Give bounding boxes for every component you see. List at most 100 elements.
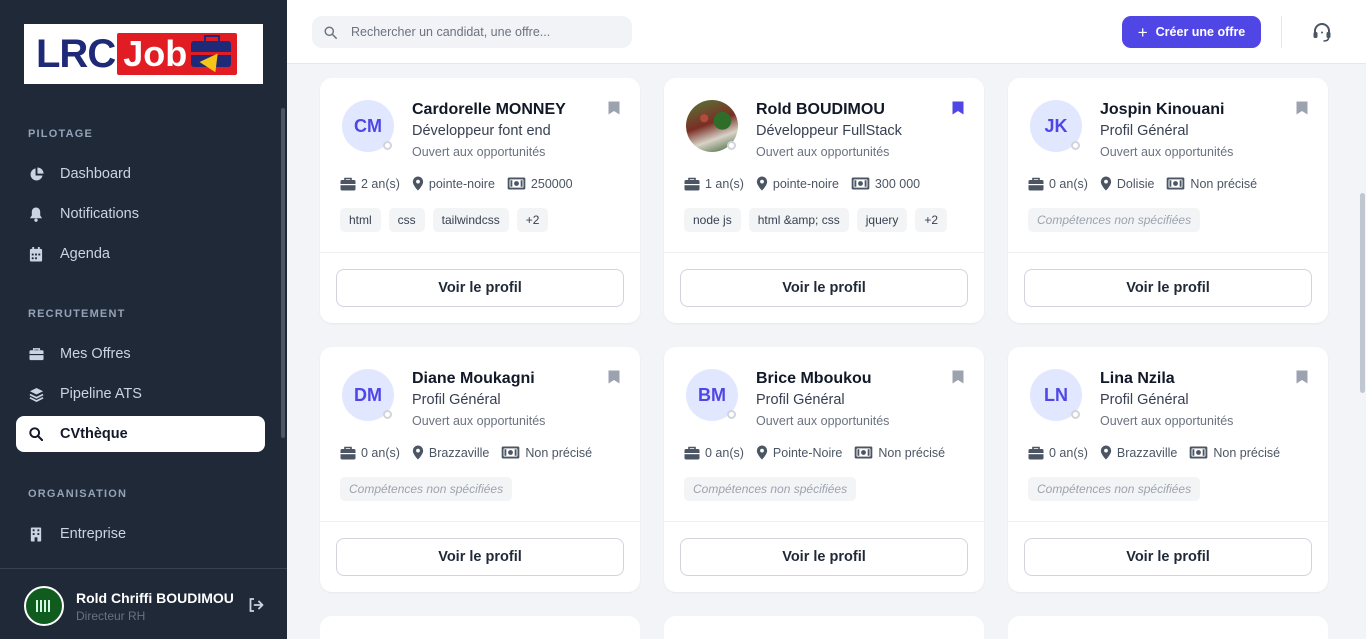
bell-icon: [28, 206, 44, 222]
search-box[interactable]: [312, 16, 632, 48]
location-pin-icon: [1100, 445, 1112, 460]
view-profile-button[interactable]: Voir le profil: [680, 269, 968, 307]
briefcase-icon: [684, 446, 700, 459]
candidate-card-partial: [664, 616, 984, 639]
sidebar-item-cvtheque[interactable]: CVthèque: [16, 416, 265, 452]
candidate-card-partial: [1008, 616, 1328, 639]
candidate-card: CM Cardorelle MONNEY Développeur font end O…: [320, 78, 640, 323]
candidate-role: Développeur FullStack: [756, 123, 902, 139]
salary: Non précisé: [1166, 177, 1257, 191]
salary: 300 000: [851, 177, 920, 191]
plus-icon: +: [1137, 22, 1148, 42]
candidate-name[interactable]: Diane Moukagni: [412, 370, 535, 388]
money-icon: [1190, 446, 1208, 459]
candidate-name[interactable]: Lina Nzila: [1100, 370, 1175, 388]
bookmark-icon[interactable]: [1296, 101, 1308, 115]
main-scrollbar[interactable]: [1360, 193, 1365, 393]
view-profile-button[interactable]: Voir le profil: [1024, 538, 1312, 576]
sidebar-item-label: Mes Offres: [60, 346, 131, 362]
card-divider: [320, 252, 640, 253]
card-divider: [320, 521, 640, 522]
skill-tags: Compétences non spécifiées: [684, 477, 857, 501]
location-pin-icon: [756, 445, 768, 460]
location-value: Brazzaville: [428, 445, 490, 460]
candidate-name[interactable]: Cardorelle MONNEY: [412, 101, 566, 119]
salary: 250000: [507, 177, 573, 191]
salary-value: 250000: [530, 176, 573, 191]
sidebar-scrollbar[interactable]: [281, 108, 285, 438]
brand-logo[interactable]: LRC Job: [24, 24, 263, 84]
experience: 1 an(s): [684, 177, 744, 191]
pie-chart-icon: [28, 166, 44, 182]
skills-empty: Compétences non spécifiées: [1028, 208, 1201, 232]
salary-value: Non précisé: [1213, 445, 1281, 460]
experience: 0 an(s): [340, 446, 400, 460]
location: Brazzaville: [1100, 445, 1177, 460]
location-pin-icon: [1100, 176, 1112, 191]
candidate-name[interactable]: Rold BOUDIMOU: [756, 101, 885, 119]
candidate-role: Développeur font end: [412, 123, 551, 139]
view-profile-button[interactable]: Voir le profil: [680, 538, 968, 576]
bookmark-icon[interactable]: [1296, 370, 1308, 384]
salary-value: Non précisé: [525, 445, 593, 460]
sidebar-item-label: Entreprise: [60, 526, 127, 542]
skill-tags: html css tailwindcss +2: [340, 208, 549, 232]
sidebar: LRC Job PILOTAGE Dashboard Notifications…: [0, 0, 287, 639]
logout-icon[interactable]: [248, 597, 264, 613]
sidebar-item-notifications[interactable]: Notifications: [16, 196, 265, 232]
candidate-availability: Ouvert aux opportunités: [412, 414, 546, 428]
card-divider: [1008, 252, 1328, 253]
section-title-pilotage: PILOTAGE: [28, 128, 94, 140]
sidebar-item-entreprise[interactable]: Entreprise: [16, 516, 265, 552]
topbar: + Créer une offre: [287, 0, 1366, 64]
skill-tag: tailwindcss: [432, 208, 509, 232]
candidate-meta: 2 an(s) pointe-noire 250000: [340, 176, 585, 191]
sidebar-item-agenda[interactable]: Agenda: [16, 236, 265, 272]
skills-empty: Compétences non spécifiées: [1028, 477, 1201, 501]
bookmark-icon[interactable]: [608, 101, 620, 115]
salary-value: 300 000: [874, 176, 921, 191]
location: Brazzaville: [412, 445, 489, 460]
user-role: Directeur RH: [76, 609, 146, 623]
candidate-name[interactable]: Brice Mboukou: [756, 370, 872, 388]
bookmark-icon[interactable]: [608, 370, 620, 384]
avatar[interactable]: [24, 586, 64, 626]
sidebar-item-mes-offres[interactable]: Mes Offres: [16, 336, 265, 372]
location-value: pointe-noire: [428, 176, 495, 191]
sidebar-item-pipeline-ats[interactable]: Pipeline ATS: [16, 376, 265, 412]
view-profile-button[interactable]: Voir le profil: [1024, 269, 1312, 307]
bookmark-icon[interactable]: [952, 370, 964, 384]
sidebar-item-dashboard[interactable]: Dashboard: [16, 156, 265, 192]
skills-empty: Compétences non spécifiées: [684, 477, 857, 501]
sidebar-item-label: Dashboard: [60, 166, 131, 182]
candidate-meta: 0 an(s) Pointe-Noire Non précisé: [684, 445, 957, 460]
company-logo-icon: [36, 600, 52, 612]
search-input[interactable]: [351, 25, 611, 39]
headset-icon[interactable]: [1311, 21, 1333, 43]
create-offer-button[interactable]: + Créer une offre: [1122, 16, 1261, 48]
location: Pointe-Noire: [756, 445, 842, 460]
candidate-name[interactable]: Jospin Kinouani: [1100, 101, 1224, 119]
location-pin-icon: [412, 176, 424, 191]
view-profile-button[interactable]: Voir le profil: [336, 269, 624, 307]
experience: 2 an(s): [340, 177, 400, 191]
search-icon: [28, 426, 44, 442]
skill-tag: html: [340, 208, 381, 232]
candidate-meta: 0 an(s) Brazzaville Non précisé: [340, 445, 604, 460]
experience-value: 0 an(s): [1049, 445, 1088, 460]
salary: Non précisé: [1189, 446, 1280, 460]
money-icon: [507, 177, 526, 190]
status-dot: [383, 141, 392, 150]
sidebar-user-panel: Rold Chriffi BOUDIMOU Directeur RH: [0, 568, 287, 639]
experience-value: 0 an(s): [1049, 176, 1088, 191]
candidate-card: Rold BOUDIMOU Développeur FullStack Ouvert…: [664, 78, 984, 323]
location-value: Brazzaville: [1116, 445, 1178, 460]
skill-tag: html &amp; css: [748, 208, 849, 232]
view-profile-button[interactable]: Voir le profil: [336, 538, 624, 576]
status-dot: [727, 410, 736, 419]
money-icon: [855, 446, 873, 459]
candidate-availability: Ouvert aux opportunités: [412, 145, 546, 159]
layers-icon: [28, 386, 44, 402]
salary-value: Non précisé: [1190, 176, 1258, 191]
bookmark-icon[interactable]: [952, 101, 964, 115]
